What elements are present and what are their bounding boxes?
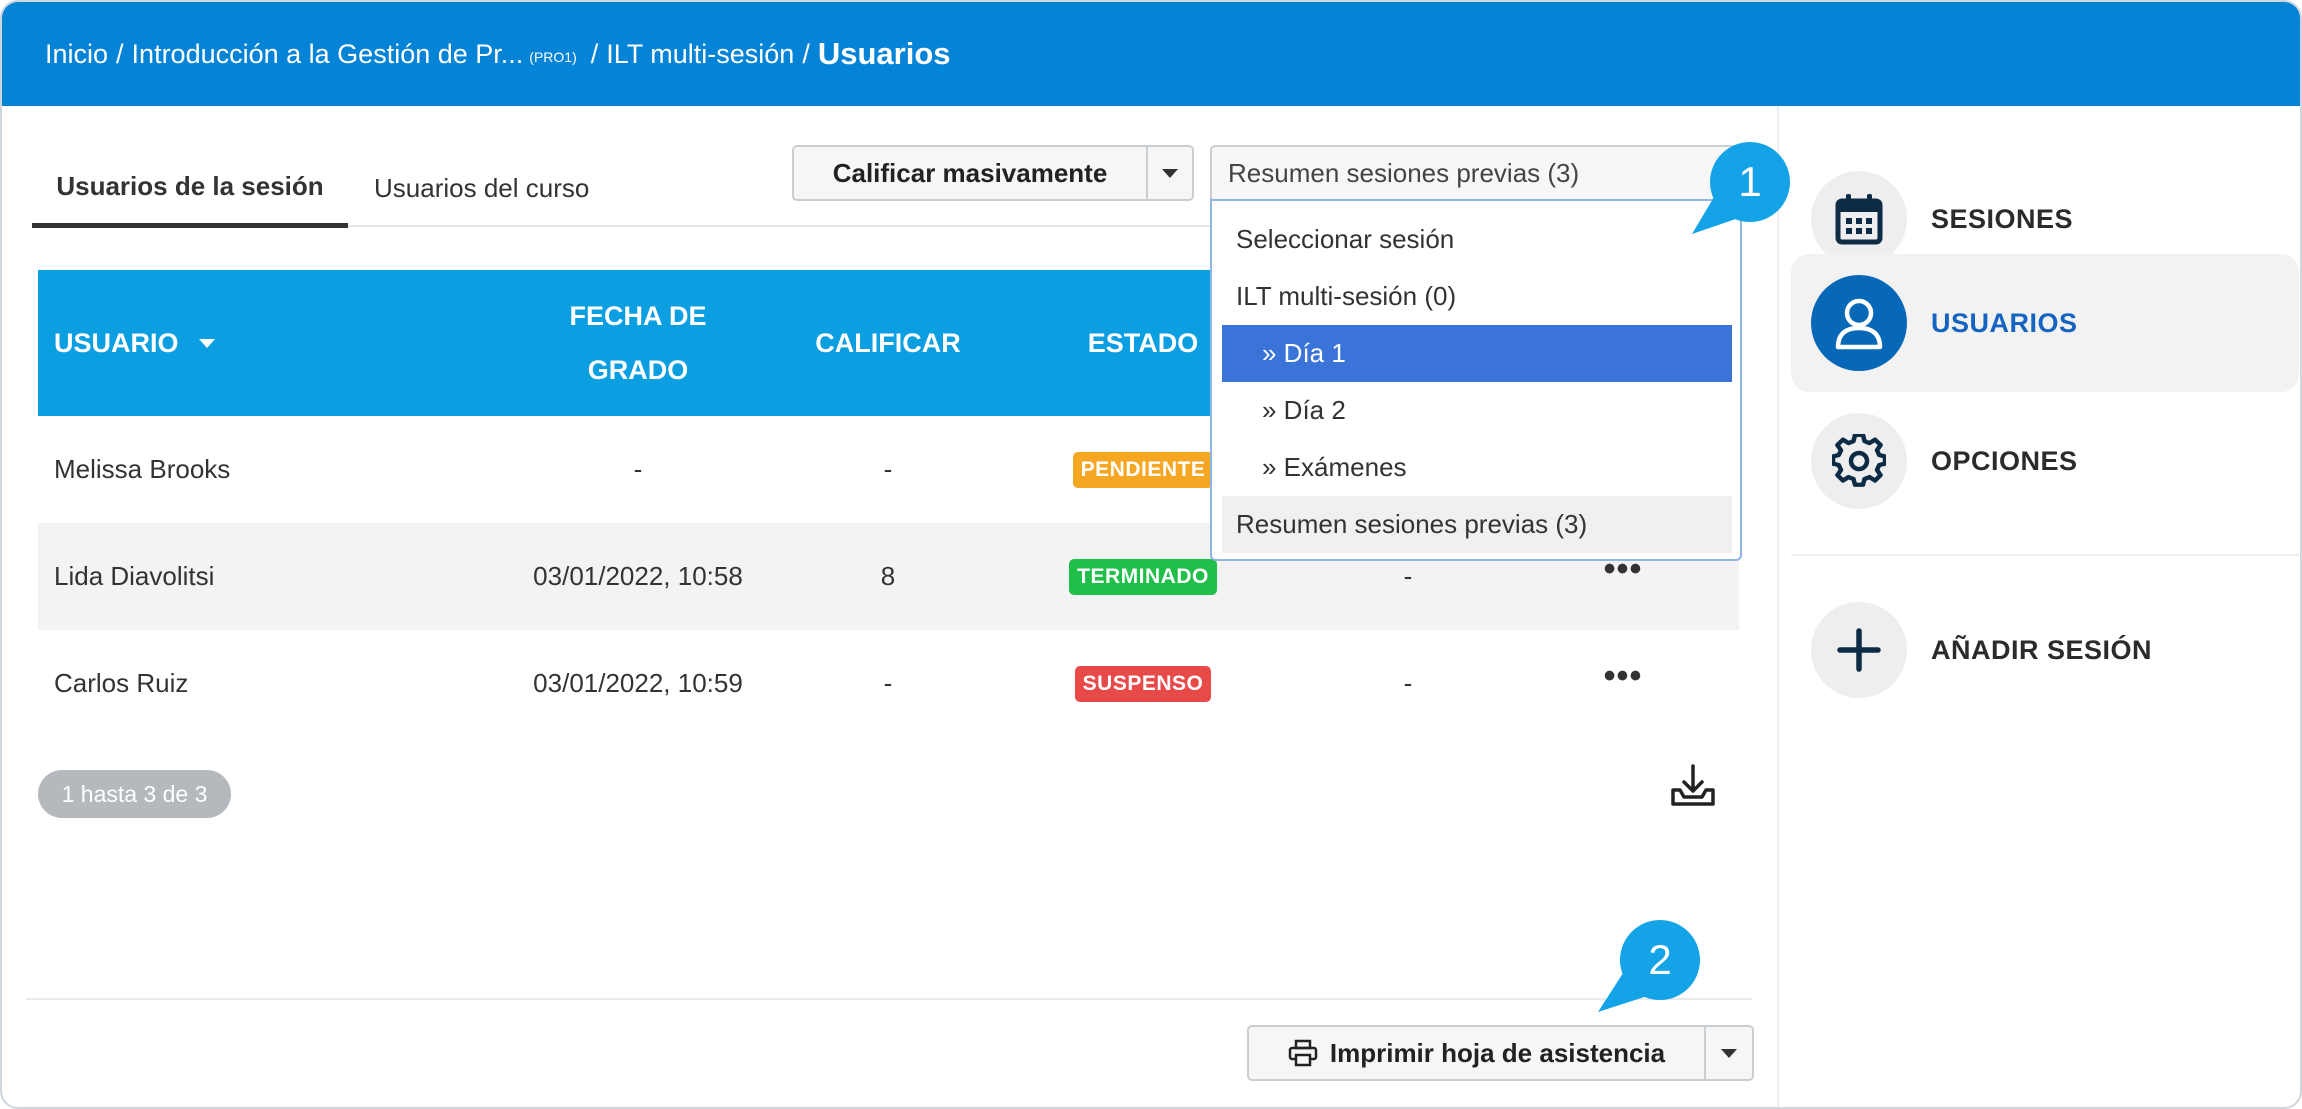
tab-course-users[interactable]: Usuarios del curso (374, 150, 614, 227)
printer-icon (1288, 1039, 1318, 1067)
sidebar-item-options[interactable]: OPCIONES (1791, 392, 2299, 530)
status-badge: PENDIENTE (1072, 451, 1214, 488)
cell-grade: - (883, 454, 893, 484)
sort-caret-icon (198, 338, 215, 348)
footer-divider (26, 998, 1752, 1000)
pagination-badge: 1 hasta 3 de 3 (38, 770, 231, 818)
callout-number-1: 1 (1738, 158, 1761, 205)
print-dropdown-toggle[interactable] (1704, 1027, 1752, 1079)
callout-marker-1: 1 (1692, 142, 1790, 234)
chevron-down-icon (1162, 168, 1178, 178)
column-header-grade-date-line1: FECHA DE (569, 301, 707, 331)
bulk-grade-split-button: Calificar masivamente (792, 145, 1194, 201)
table-row: Carlos Ruiz 03/01/2022, 10:59 - SUSPENSO… (38, 630, 1739, 737)
callout-marker-2: 2 (1598, 920, 1700, 1012)
chevron-down-icon (1721, 1048, 1737, 1058)
cell-user: Melissa Brooks (54, 454, 231, 484)
download-tray-icon[interactable] (1668, 760, 1718, 810)
cell-grade-date: 03/01/2022, 10:58 (533, 561, 743, 591)
session-option-day-1[interactable]: » Día 1 (1222, 325, 1732, 382)
breadcrumb-separator: / (802, 38, 810, 69)
session-option-multisession[interactable]: ILT multi-sesión (0) (1222, 268, 1732, 325)
column-header-user[interactable]: USUARIO (54, 270, 215, 416)
cell-user: Carlos Ruiz (54, 668, 189, 698)
session-option-exams[interactable]: » Exámenes (1222, 439, 1732, 496)
column-header-grade: CALIFICAR (815, 328, 961, 358)
breadcrumb-activity[interactable]: ILT multi-sesión (606, 39, 794, 70)
status-badge: SUSPENSO (1074, 665, 1212, 702)
cell-grade: 8 (880, 561, 896, 591)
column-header-user-label: USUARIO (54, 328, 179, 358)
session-select[interactable]: Resumen sesiones previas (3) (1210, 145, 1742, 201)
print-attendance-button[interactable]: Imprimir hoja de asistencia (1249, 1027, 1704, 1079)
row-more-actions-button[interactable]: ••• (1578, 630, 1668, 737)
breadcrumb-separator: / (116, 38, 124, 69)
callout-number-2: 2 (1648, 936, 1671, 983)
sidebar-item-add-session-label: AÑADIR SESIÓN (1931, 634, 2153, 665)
app-window: Inicio / Introducción a la Gestión de Pr… (0, 0, 2302, 1109)
cell-grade: - (883, 668, 893, 698)
plus-icon (1811, 602, 1907, 698)
session-option-select[interactable]: Seleccionar sesión (1222, 211, 1732, 268)
print-attendance-split-button: Imprimir hoja de asistencia (1247, 1025, 1754, 1081)
sidebar-item-options-label: OPCIONES (1931, 445, 2078, 476)
status-badge: TERMINADO (1069, 558, 1217, 595)
sidebar-item-sessions-label: SESIONES (1931, 203, 2074, 234)
bulk-grade-button[interactable]: Calificar masivamente (794, 147, 1146, 199)
bulk-grade-dropdown-toggle[interactable] (1146, 147, 1192, 199)
top-bar: Inicio / Introducción a la Gestión de Pr… (2, 2, 2300, 106)
sidebar-item-users[interactable]: USUARIOS (1791, 254, 2299, 392)
user-icon (1811, 275, 1907, 371)
cell-grade-date: 03/01/2022, 10:59 (533, 668, 743, 698)
breadcrumb-course[interactable]: Introducción a la Gestión de Pr... (132, 39, 524, 70)
cell-status: SUSPENSO (1028, 630, 1258, 737)
gear-icon (1811, 413, 1907, 509)
breadcrumb-home[interactable]: Inicio (45, 39, 108, 70)
print-attendance-label: Imprimir hoja de asistencia (1329, 1037, 1666, 1068)
session-dropdown-menu: Seleccionar sesión ILT multi-sesión (0) … (1210, 199, 1742, 561)
cell-grade-date: - (633, 454, 643, 484)
tab-session-users[interactable]: Usuarios de la sesión (32, 150, 348, 228)
breadcrumb-current: Usuarios (817, 36, 951, 71)
session-option-day-2[interactable]: » Día 2 (1222, 382, 1732, 439)
calendar-icon (1811, 171, 1907, 267)
cell-extra: - (1403, 668, 1413, 698)
sidebar-item-add-session[interactable]: AÑADIR SESIÓN (1791, 581, 2299, 719)
sidebar-divider (1791, 554, 2299, 556)
breadcrumb-separator: / (590, 38, 599, 69)
cell-user: Lida Diavolitsi (54, 561, 215, 591)
sidebar-item-users-label: USUARIOS (1931, 307, 2078, 338)
column-header-grade-date-line2: GRADO (587, 355, 689, 385)
breadcrumb: Inicio / Introducción a la Gestión de Pr… (45, 2, 951, 106)
breadcrumb-course-code: (PRO1) (529, 49, 577, 65)
right-sidebar: SESIONES USUARIOS OPCIONES AÑADIR SESIÓN (1777, 106, 2300, 1107)
column-header-grade-date: FECHA DE GRADO (478, 270, 798, 416)
session-option-previous-summary[interactable]: Resumen sesiones previas (3) (1222, 496, 1732, 553)
